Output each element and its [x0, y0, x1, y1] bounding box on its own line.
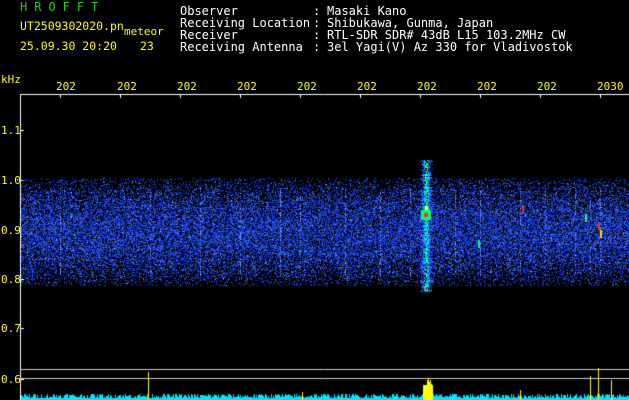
file-type: meteor — [124, 25, 164, 38]
app-title: HROFFT — [20, 0, 106, 14]
spectrogram-window: HROFFT UT2509302020.pn meteor 25.09.30 2… — [0, 0, 629, 400]
time-tick-label: 202 — [417, 80, 437, 93]
file-datetime: 25.09.30 20:20 — [20, 39, 117, 53]
colon: : — [313, 40, 321, 54]
file-name: UT2509302020.pn — [20, 19, 124, 33]
y-tick-label: 1.0 — [1, 174, 21, 187]
event-count: 23 — [140, 39, 154, 53]
spectrogram-canvas — [0, 0, 629, 400]
y-tick-label: 0.9 — [1, 224, 21, 237]
antenna-label: Receiving Antenna — [180, 40, 303, 54]
y-tick-label: 1.1 — [1, 124, 21, 137]
antenna-value: 3el Yagi(V) Az 330 for Vladivostok — [327, 40, 573, 54]
time-tick-label: 202 — [177, 80, 197, 93]
time-tick-label: 202 — [357, 80, 377, 93]
time-tick-label: 202 — [56, 80, 76, 93]
time-tick-label: 202 — [537, 80, 557, 93]
y-axis-unit: kHz — [1, 73, 21, 86]
time-tick-label: 202 — [297, 80, 317, 93]
time-tick-label: 202 — [237, 80, 257, 93]
y-tick-label: 0.7 — [1, 322, 21, 335]
time-tick-label: 202 — [477, 80, 497, 93]
y-tick-label: 0.8 — [1, 273, 21, 286]
time-tick-label: 2030 — [597, 80, 624, 93]
time-tick-label: 202 — [117, 80, 137, 93]
y-tick-label: 0.6 — [1, 373, 21, 386]
